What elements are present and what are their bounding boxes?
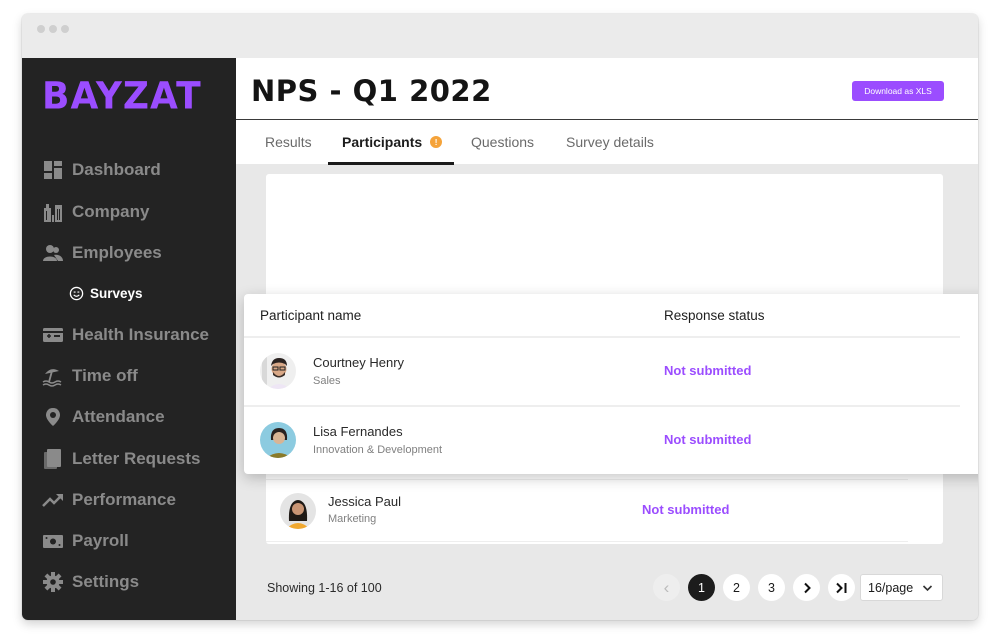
last-page-button[interactable] [828, 574, 855, 601]
column-header-response-status[interactable]: Response status [664, 308, 765, 323]
sidebar-item-settings[interactable]: Settings [42, 570, 139, 594]
participant-name: Jessica Paul [328, 494, 401, 509]
trend-up-icon [42, 489, 64, 511]
gear-icon [42, 571, 64, 593]
participant-name: Courtney Henry [313, 355, 405, 370]
sidebar-item-label: Company [72, 202, 150, 221]
page-title: NPS - Q1 2022 [251, 74, 492, 108]
sidebar-item-company[interactable]: Company [42, 200, 149, 224]
tab-label: Results [265, 134, 312, 150]
download-xls-button[interactable]: Download as XLS [852, 81, 944, 101]
prev-page-button[interactable]: ‹ [653, 574, 680, 601]
sidebar-item-label: Surveys [90, 285, 143, 301]
documents-icon [42, 448, 64, 470]
sidebar-item-dashboard[interactable]: Dashboard [42, 158, 161, 182]
active-tab-indicator [328, 162, 454, 165]
page-size-select[interactable]: 16/page [860, 574, 943, 601]
next-page-button[interactable] [793, 574, 820, 601]
page-size-value: 16/page [868, 580, 914, 595]
pagination: ‹ 1 2 3 [653, 574, 855, 601]
sidebar-item-label: Employees [72, 243, 162, 262]
sidebar-item-label: Time off [72, 366, 138, 385]
tab-label: Survey details [566, 134, 654, 150]
sidebar-item-label: Health Insurance [72, 325, 209, 344]
response-status: Not submitted [642, 502, 730, 517]
minimize-dot[interactable] [49, 25, 57, 33]
people-icon [42, 242, 64, 264]
tab-survey-details[interactable]: Survey details [566, 120, 654, 164]
sidebar-item-label: Dashboard [72, 160, 161, 179]
sidebar-item-surveys[interactable]: Surveys [68, 281, 143, 305]
participants-table: James Dopi Research and Development Subm… [244, 174, 978, 544]
chevron-right-icon [803, 582, 811, 593]
table-row[interactable]: Courtney Henry Sales Not submitted [244, 337, 960, 405]
tab-questions[interactable]: Questions [471, 120, 534, 164]
buildings-icon [42, 201, 64, 223]
sidebar-item-health-insurance[interactable]: Health Insurance [42, 323, 209, 347]
sidebar-item-performance[interactable]: Performance [42, 488, 176, 512]
page-button-3[interactable]: 3 [758, 574, 785, 601]
maximize-dot[interactable] [61, 25, 69, 33]
warning-badge-icon: ! [430, 136, 443, 148]
highlighted-rows-card: Participant name Response status Courtne… [244, 294, 978, 474]
participant-department: Marketing [328, 513, 377, 525]
tab-label: Questions [471, 134, 535, 150]
cash-icon [42, 530, 64, 552]
brand-logo[interactable]: BAYZAT [42, 75, 202, 118]
tab-bar: Results Participants ! Questions Survey … [236, 120, 978, 165]
response-status: Not submitted [664, 432, 752, 447]
avatar [260, 422, 296, 458]
close-dot[interactable] [37, 25, 45, 33]
sidebar-item-label: Payroll [72, 531, 129, 550]
avatar [280, 493, 316, 529]
sidebar-item-letter-requests[interactable]: Letter Requests [42, 447, 200, 471]
chevron-last-icon [835, 582, 846, 593]
smiley-icon [68, 285, 84, 301]
sidebar-item-label: Settings [72, 572, 140, 591]
beach-umbrella-icon [42, 365, 64, 387]
window-titlebar [22, 14, 978, 58]
response-status: Not submitted [664, 363, 752, 378]
page-button-2[interactable]: 2 [723, 574, 750, 601]
page-header: NPS - Q1 2022 Download as XLS [236, 58, 978, 120]
column-header-participant-name[interactable]: Participant name [260, 308, 361, 323]
chevron-left-icon: ‹ [663, 577, 670, 597]
participant-department: Innovation & Development [313, 444, 443, 456]
page-button-1[interactable]: 1 [688, 574, 715, 601]
main-content: NPS - Q1 2022 Download as XLS Results Pa… [236, 58, 978, 620]
sidebar: BAYZAT Dashboard Company Employees Surve… [22, 58, 236, 620]
sidebar-item-label: Attendance [72, 407, 165, 426]
table-row[interactable]: Lisa Fernandes Innovation & Development … [244, 406, 960, 474]
dashboard-icon [42, 159, 64, 181]
sidebar-item-label: Letter Requests [72, 449, 201, 468]
sidebar-item-payroll[interactable]: Payroll [42, 529, 129, 553]
tab-participants[interactable]: Participants ! [342, 120, 443, 164]
pagination-summary: Showing 1-16 of 100 [267, 581, 382, 595]
participant-department: Sales [313, 375, 341, 387]
sidebar-item-employees[interactable]: Employees [42, 241, 162, 265]
insurance-card-icon [42, 324, 64, 346]
window-controls [37, 25, 69, 33]
chevron-down-icon [922, 584, 933, 591]
table-row[interactable]: Jessica Paul Marketing Not submitted [266, 480, 908, 542]
tab-label: Participants [342, 134, 423, 150]
sidebar-item-label: Performance [72, 490, 176, 509]
location-pin-icon [42, 406, 64, 428]
app-window: BAYZAT Dashboard Company Employees Surve… [22, 14, 978, 620]
sidebar-item-attendance[interactable]: Attendance [42, 405, 165, 429]
participant-name: Lisa Fernandes [313, 424, 403, 439]
sidebar-item-time-off[interactable]: Time off [42, 364, 138, 388]
avatar [260, 353, 296, 389]
tab-results[interactable]: Results [265, 120, 312, 164]
